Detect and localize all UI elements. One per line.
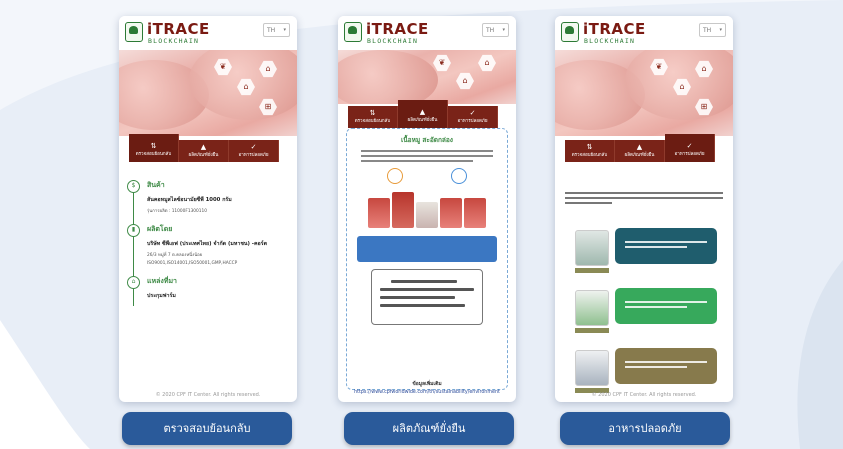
app-header: iTRACE BLOCKCHAIN TH ▾ [555,16,733,50]
product-pack [368,198,390,228]
cpf-logo-icon [125,22,143,42]
language-select[interactable]: TH ▾ [482,23,509,37]
tab-bar: ⇅ ตรวจสอบย้อนกลับ ▲ ผลิตภัณฑ์ยั่งยืน ✓ อาหา… [348,100,498,128]
card-title: เนื้อหมู สะอัดกล่อง [401,136,453,144]
sustainable-icon: ▲ [419,108,426,116]
safety-item [571,342,717,394]
product-pack [416,202,438,228]
trace-content: $ สินค้า สันคอหมูสไลซ์อนามัยซีพี 1000 กร… [119,172,297,306]
recycle-icon [451,168,467,184]
product-pack [464,198,486,228]
hero-banner: ❦ ⌂ ⌂ [338,50,516,104]
product-images [347,192,507,228]
factory-icon: ⌂ [478,54,496,72]
tab-traceability[interactable]: ⇅ ตรวจสอบย้อนกลับ [348,106,398,128]
safety-box [615,228,717,264]
feed-illustration [575,290,609,326]
tab-bar: ⇅ ตรวจสอบย้อนกลับ ▲ ผลิตภัณฑ์ยั่งยืน ✓ อาหา… [129,134,279,162]
cpf-logo-icon [344,22,362,42]
brand-sub: BLOCKCHAIN [367,37,419,45]
card-description [361,150,493,162]
brand-sub: BLOCKCHAIN [148,37,200,45]
phone-screen-traceability: iTRACE BLOCKCHAIN TH ▾ ❦ ⌂ ⌂ ⊞ ⇅ ตรวจสอบย้… [119,16,297,402]
leaf-icon: ❦ [433,54,451,72]
product-pack [440,198,462,228]
traceability-icon: ⇅ [369,109,376,117]
hero-banner: ❦ ⌂ ⌂ ⊞ [119,50,297,136]
tab-food-safety[interactable]: ✓ อาหารปลอดภัย [665,134,715,162]
info-banner [357,236,497,262]
farm-icon: ⌂ [456,72,474,90]
sustainable-icon: ▲ [636,143,643,151]
cpf-logo-icon [561,22,579,42]
origin-section: ⌂ แหล่งที่มา ประกุมฟาร์ม [127,276,289,300]
traceability-button[interactable]: ตรวจสอบย้อนกลับ [122,412,292,445]
app-header: iTRACE BLOCKCHAIN TH ▾ [338,16,516,50]
benefits-list [371,269,483,325]
phone-screen-sustainable: iTRACE BLOCKCHAIN TH ▾ ❦ ⌂ ⌂ ⇅ ตรวจสอบย้อน… [338,16,516,402]
product-section: $ สินค้า สันคอหมูสไลซ์อนามัยซีพี 1000 กร… [127,180,289,214]
sustainable-card: เนื้อหมู สะอัดกล่อง [346,128,508,390]
farm-small-icon: ⌂ [127,276,140,289]
tab-sustainable[interactable]: ▲ ผลิตภัณฑ์ยั่งยืน [398,100,448,128]
food-safety-icon: ✓ [686,142,693,150]
factory-small-icon: ▮ [127,224,140,237]
tab-traceability[interactable]: ⇅ ตรวจสอบย้อนกลับ [129,134,179,162]
food-safety-intro [565,192,723,207]
food-safety-button[interactable]: อาหารปลอดภัย [560,412,730,445]
traceability-icon: ⇅ [150,142,157,150]
tab-sustainable[interactable]: ▲ ผลิตภัณฑ์ยั่งยืน [615,140,665,162]
product-pack [392,192,414,228]
farm-illustration [575,230,609,266]
safety-item [571,222,717,274]
product-icon: $ [127,180,140,193]
source-link[interactable]: https://www.cpfworldwide.com/th/sustaina… [338,390,516,395]
food-safety-icon: ✓ [250,143,257,151]
sun-icon [387,168,403,184]
safety-tag [575,328,609,333]
brand-name: iTRACE [583,20,646,38]
cert-icons [363,168,491,184]
safety-item [571,282,717,334]
footer-text: © 2020 CPF IT Center. All rights reserve… [591,392,697,398]
hero-banner: ❦ ⌂ ⌂ ⊞ [555,50,733,136]
tab-bar: ⇅ ตรวจสอบย้อนกลับ ▲ ผลิตภัณฑ์ยั่งยืน ✓ อาหา… [565,134,715,162]
traceability-icon: ⇅ [586,143,593,151]
brand-sub: BLOCKCHAIN [584,37,636,45]
sustainable-button[interactable]: ผลิตภัณฑ์ยั่งยืน [344,412,514,445]
source-label: ข้อมูลเพิ่มเติม [412,381,442,387]
language-select[interactable]: TH ▾ [699,23,726,37]
tab-food-safety[interactable]: ✓ อาหารปลอดภัย [229,140,279,162]
tab-traceability[interactable]: ⇅ ตรวจสอบย้อนกลับ [565,140,615,162]
safety-tag [575,268,609,273]
footer-text: © 2020 CPF IT Center. All rights reserve… [155,392,261,398]
sustainable-icon: ▲ [200,143,207,151]
safety-box [615,348,717,384]
app-header: iTRACE BLOCKCHAIN TH ▾ [119,16,297,50]
food-safety-icon: ✓ [469,109,476,117]
brand-name: iTRACE [366,20,429,38]
producer-section: ▮ ผลิตโดย บริษัท ซีพีเอฟ (ประเทศไทย) จำก… [127,224,289,266]
safety-box [615,288,717,324]
phone-screen-food-safety: iTRACE BLOCKCHAIN TH ▾ ❦ ⌂ ⌂ ⊞ ⇅ ตรวจสอบย้… [555,16,733,402]
tab-food-safety[interactable]: ✓ อาหารปลอดภัย [448,106,498,128]
language-select[interactable]: TH ▾ [263,23,290,37]
tab-sustainable[interactable]: ▲ ผลิตภัณฑ์ยั่งยืน [179,140,229,162]
brand-name: iTRACE [147,20,210,38]
plant-illustration [575,350,609,386]
